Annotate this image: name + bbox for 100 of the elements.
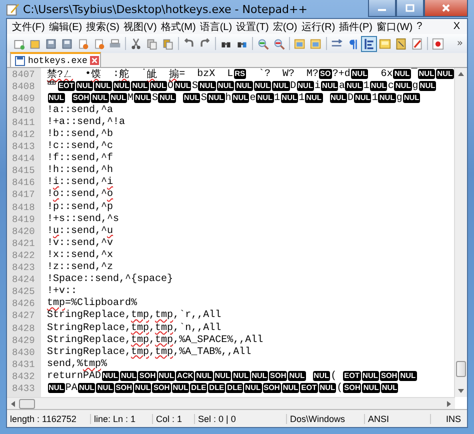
code-text: ! (47, 226, 54, 237)
menu-item[interactable]: 设置(T) (234, 20, 271, 34)
code-text: !x::send,^x (47, 250, 114, 261)
code-text: !+a::send,^!a (47, 116, 126, 128)
indent-guide-icon (363, 38, 375, 50)
line-number: 8430 (11, 346, 36, 358)
code-text: 1 (372, 92, 378, 104)
code-text: !+s::send,^s (47, 214, 120, 225)
menu-item[interactable]: 搜索(S) (84, 20, 122, 34)
down-arrow-icon[interactable] (457, 387, 465, 395)
menu-item[interactable]: 视图(V) (121, 20, 159, 34)
code-text: ::send,^ (59, 177, 108, 188)
menu-item[interactable]: ? (414, 21, 424, 32)
code-text: StringReplace, (47, 334, 132, 346)
maximize-button[interactable] (396, 0, 424, 17)
close-icon[interactable] (90, 56, 100, 65)
misspelled-text: 皉 (147, 68, 158, 82)
cut-icon (130, 38, 142, 50)
misspelled-text: 舵 (119, 68, 130, 82)
paste-icon (162, 38, 174, 50)
code-text: h (225, 92, 232, 104)
menu-item[interactable]: 编辑(E) (46, 20, 84, 34)
menu-item[interactable]: 运行(R) (299, 20, 338, 34)
code-text: ,`r,,All (173, 310, 222, 322)
code-text: : (112, 68, 120, 80)
line-number: 8408 (11, 80, 36, 92)
line-number: 8431 (11, 358, 36, 370)
code-text: ˙ (140, 68, 148, 80)
file-tab[interactable]: hotkeys.exe (10, 52, 102, 67)
pilcrow-icon (347, 38, 359, 50)
code-text: , (149, 322, 156, 334)
record-icon (432, 38, 444, 50)
misspelled-text: tmp (155, 346, 174, 358)
code-text: S (200, 92, 207, 104)
code-text: StringReplace, (47, 310, 132, 322)
line-number: 8425 (11, 286, 36, 298)
line-number: 8427 (11, 310, 36, 322)
code-text: !Space::send,^{space} (47, 274, 174, 286)
misspelled-text: 馍 (91, 68, 102, 82)
horizontal-scrollbar[interactable] (7, 397, 455, 409)
line-number: 8413 (11, 141, 36, 152)
misspelled-text: o (107, 189, 114, 200)
close-button[interactable] (424, 0, 468, 17)
status-line: line: Ln : 1 (91, 414, 153, 424)
code-text: a (338, 80, 345, 92)
code-text: ,%A_SPACE%,,All (173, 334, 264, 346)
status-eol: Dos\Windows (287, 414, 365, 424)
code-text: ( (330, 370, 338, 382)
code-text: , (149, 334, 156, 346)
right-arrow-icon[interactable] (445, 400, 453, 408)
code-text: Ò (168, 80, 174, 92)
line-number: 8422 (11, 250, 36, 261)
zoom-out-icon (273, 38, 285, 50)
code-text: 1 (363, 80, 370, 92)
misspelled-text: tmp (83, 358, 102, 370)
misspelled-text: tmp (155, 322, 174, 334)
menu-item[interactable]: 宏(O) (270, 20, 300, 34)
code-text: ::send,^ (59, 189, 108, 200)
code-text: % (101, 358, 108, 370)
line-number: 8432 (11, 370, 36, 382)
code-text: send,% (47, 358, 84, 370)
line-number: 8415 (11, 165, 36, 176)
menu-item[interactable]: 文件(F) (10, 20, 47, 34)
scrollbar-thumb[interactable] (456, 361, 466, 377)
code-text: ,%A_TAB%,,All (173, 346, 252, 358)
menu-item[interactable]: 格式(M) (158, 20, 198, 34)
menu-item[interactable]: 插件(P) (337, 20, 375, 34)
code-text: returnPAD (47, 370, 102, 382)
menu-item[interactable]: 语言(L) (198, 20, 234, 34)
vertical-scrollbar[interactable] (454, 68, 467, 397)
code-text: 6x (380, 68, 393, 80)
line-number: 8416 (11, 177, 36, 188)
up-arrow-icon[interactable] (457, 70, 465, 78)
code-text: , (149, 310, 156, 322)
close-document-button[interactable]: X (449, 21, 464, 32)
print-icon (109, 38, 121, 50)
misspelled-text: tmp (131, 346, 150, 358)
save-all-icon (61, 38, 73, 50)
scrollbar-thumb[interactable] (19, 398, 35, 408)
code-text: S (152, 92, 158, 104)
toolbar-overflow-button[interactable]: » (456, 38, 463, 49)
redo-icon (199, 38, 211, 50)
misspelled-text: 禁?ㄥ (47, 68, 74, 82)
left-arrow-icon[interactable] (9, 400, 17, 408)
misspelled-text: u (53, 226, 60, 237)
menu-item[interactable]: 窗口(W) (374, 20, 415, 34)
minimize-button[interactable] (368, 0, 396, 17)
maximize-icon (405, 4, 415, 12)
line-number: 8419 (11, 214, 36, 225)
line-number: 8429 (11, 334, 36, 346)
code-text: ! (47, 177, 54, 188)
zoom-in-icon (257, 38, 269, 50)
misspelled-text: i (107, 177, 114, 188)
line-number: 8410 (11, 104, 36, 116)
copy-icon (146, 38, 158, 50)
toolbar-button[interactable] (361, 36, 377, 52)
code-text: e (250, 92, 256, 104)
misspelled-text: tmp (155, 310, 174, 322)
close-all-icon (93, 38, 105, 50)
code-text: M (128, 92, 134, 104)
